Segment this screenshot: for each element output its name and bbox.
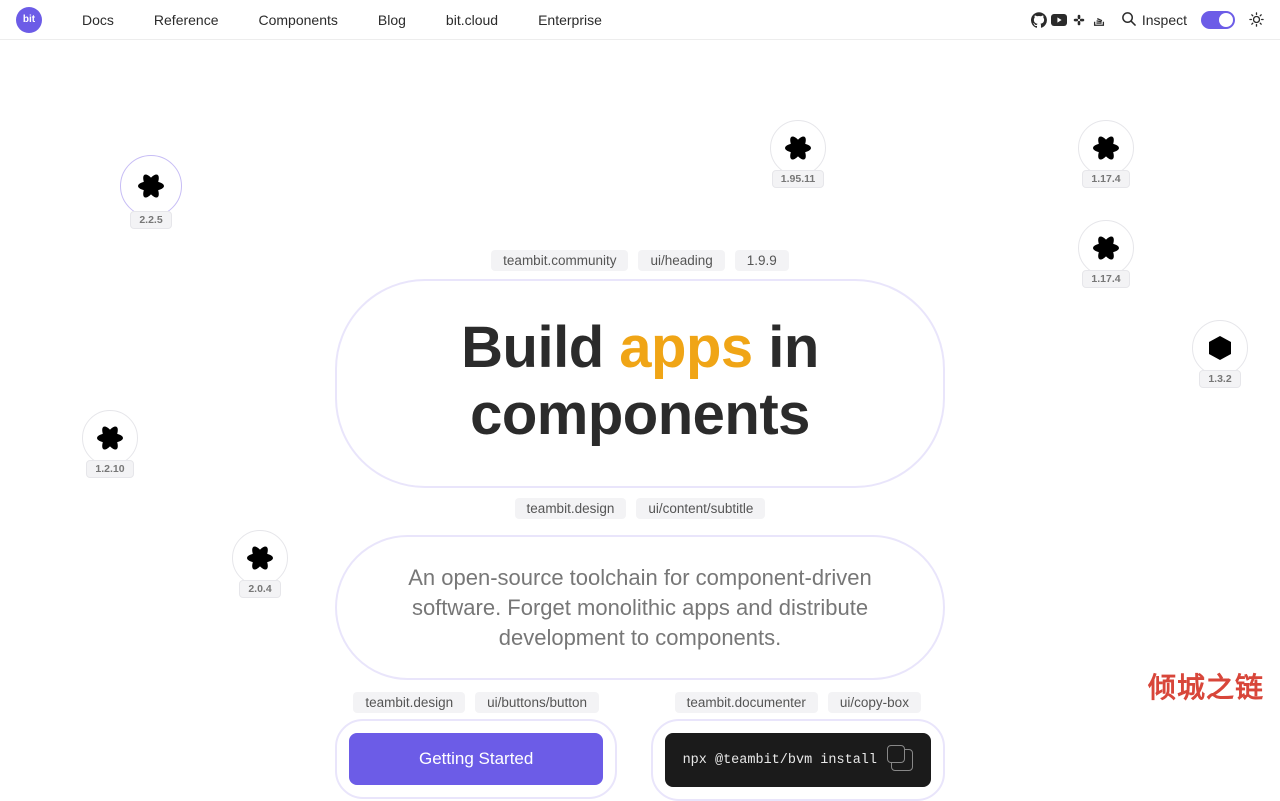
inspect-toggle[interactable] <box>1201 11 1235 29</box>
subtitle-pills: teambit.design ui/content/subtitle <box>515 498 766 519</box>
floating-react-node[interactable]: 1.2.10 <box>82 410 138 478</box>
top-header: bit Docs Reference Components Blog bit.c… <box>0 0 1280 40</box>
install-command: npx @teambit/bvm install <box>683 753 877 768</box>
nav-enterprise[interactable]: Enterprise <box>538 12 602 28</box>
react-icon <box>82 410 138 466</box>
copy-icon[interactable] <box>891 749 913 771</box>
node-version-badge: 1.2.10 <box>86 460 133 478</box>
github-icon[interactable] <box>1031 12 1047 28</box>
subtitle-bubble: An open-source toolchain for component-d… <box>335 535 945 680</box>
logo-text: bit <box>23 14 35 25</box>
nodejs-icon <box>1192 320 1248 376</box>
inspect-label: Inspect <box>1142 12 1187 28</box>
pill-component[interactable]: ui/copy-box <box>828 692 921 713</box>
node-version-badge: 1.17.4 <box>1082 170 1129 188</box>
hero-pills: teambit.community ui/heading 1.9.9 <box>491 250 789 271</box>
node-version-badge: 2.0.4 <box>239 580 280 598</box>
pill-scope[interactable]: teambit.design <box>515 498 627 519</box>
floating-react-node[interactable]: 1.17.4 <box>1078 120 1134 188</box>
search-icon <box>1121 11 1136 29</box>
subtitle-text: An open-source toolchain for component-d… <box>377 563 903 652</box>
pill-version[interactable]: 1.9.9 <box>735 250 789 271</box>
cta-left-bubble: Getting Started <box>335 719 617 799</box>
slack-icon[interactable] <box>1071 12 1087 28</box>
cta-right: teambit.documenter ui/copy-box npx @team… <box>651 692 945 801</box>
react-icon <box>1078 120 1134 176</box>
header-right: Inspect <box>1031 11 1264 29</box>
watermark: 倾城之链 <box>1148 666 1264 706</box>
search-trigger[interactable]: Inspect <box>1121 11 1187 29</box>
youtube-icon[interactable] <box>1051 12 1067 28</box>
floating-react-node[interactable]: 1.17.4 <box>1078 220 1134 288</box>
node-version-badge: 2.2.5 <box>130 211 171 229</box>
nav-reference[interactable]: Reference <box>154 12 219 28</box>
center-column: teambit.community ui/heading 1.9.9 Build… <box>330 250 950 801</box>
nav-docs[interactable]: Docs <box>82 12 114 28</box>
floating-nodejs-node[interactable]: 1.3.2 <box>1192 320 1248 388</box>
floating-react-node[interactable]: 2.0.4 <box>232 530 288 598</box>
nav-bitcloud[interactable]: bit.cloud <box>446 12 498 28</box>
bit-logo[interactable]: bit <box>16 7 42 33</box>
node-version-badge: 1.95.11 <box>772 170 824 188</box>
pill-scope[interactable]: teambit.community <box>491 250 628 271</box>
hero-stage: teambit.community ui/heading 1.9.9 Build… <box>0 40 1280 720</box>
pill-scope[interactable]: teambit.documenter <box>675 692 818 713</box>
react-icon <box>770 120 826 176</box>
stackoverflow-icon[interactable] <box>1091 12 1107 28</box>
cta-row: teambit.design ui/buttons/button Getting… <box>335 692 945 801</box>
node-version-badge: 1.3.2 <box>1199 370 1240 388</box>
nav-blog[interactable]: Blog <box>378 12 406 28</box>
pill-component[interactable]: ui/content/subtitle <box>636 498 765 519</box>
hero-bubble: Build apps in components <box>335 279 945 488</box>
hero-title-accent: apps <box>619 315 752 380</box>
cta-right-bubble: npx @teambit/bvm install <box>651 719 945 801</box>
react-icon <box>232 530 288 586</box>
floating-react-node[interactable]: 1.95.11 <box>770 120 826 188</box>
react-icon <box>1078 220 1134 276</box>
node-version-badge: 1.17.4 <box>1082 270 1129 288</box>
main-nav: Docs Reference Components Blog bit.cloud… <box>82 12 602 28</box>
nav-components[interactable]: Components <box>259 12 338 28</box>
pill-component[interactable]: ui/buttons/button <box>475 692 599 713</box>
install-copybox[interactable]: npx @teambit/bvm install <box>665 733 931 787</box>
cta-left: teambit.design ui/buttons/button Getting… <box>335 692 617 801</box>
theme-sun-icon[interactable] <box>1249 12 1264 27</box>
pill-scope[interactable]: teambit.design <box>353 692 465 713</box>
hero-title: Build apps in components <box>377 315 903 448</box>
getting-started-button[interactable]: Getting Started <box>349 733 603 785</box>
pill-component[interactable]: ui/heading <box>638 250 724 271</box>
react-icon <box>120 155 182 217</box>
social-icons <box>1031 12 1107 28</box>
floating-react-node[interactable]: 2.2.5 <box>120 155 182 229</box>
hero-title-pre: Build <box>461 315 619 380</box>
